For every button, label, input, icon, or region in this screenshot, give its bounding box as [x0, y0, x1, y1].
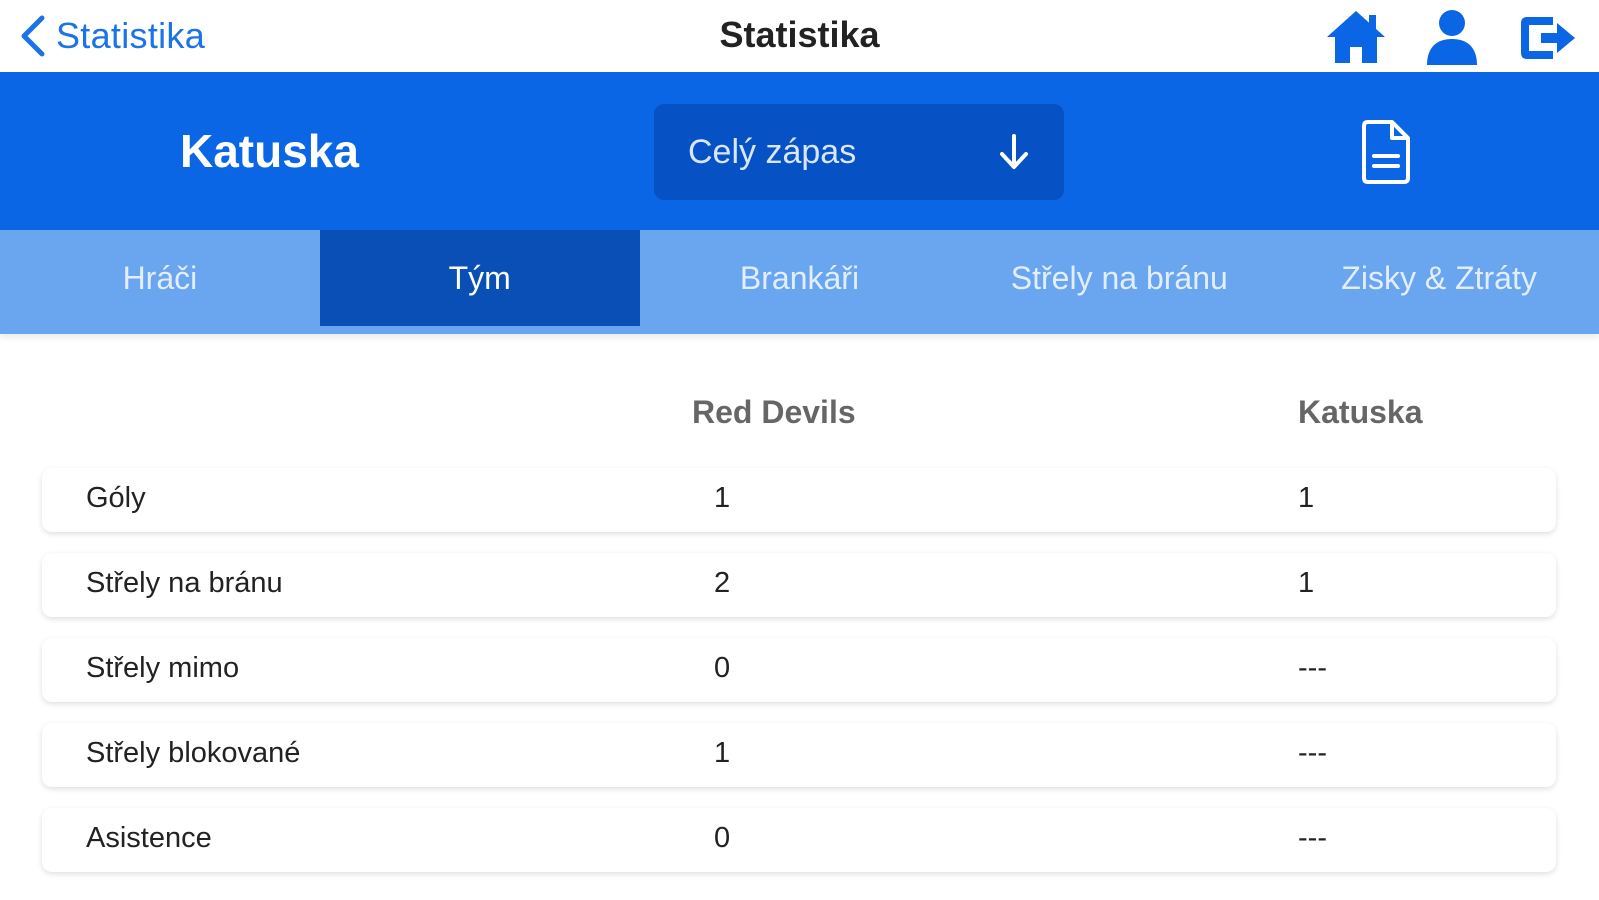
document-icon[interactable]	[1358, 120, 1412, 184]
row-value-team1: 1	[714, 737, 731, 769]
tab-gains-losses[interactable]: Zisky & Ztráty	[1279, 230, 1599, 326]
table-row: Střely mimo 0 ---	[42, 638, 1556, 702]
column-header-team2: Katuska	[1298, 394, 1423, 430]
row-value-team2: ---	[1298, 737, 1327, 769]
home-button[interactable]	[1323, 6, 1389, 68]
tab-goalies[interactable]: Brankáři	[640, 230, 960, 326]
table-row: Góly 1 1	[42, 468, 1556, 532]
table-row: Střely blokované 1 ---	[42, 723, 1556, 787]
row-label: Střely blokované	[86, 737, 301, 769]
nav-bar: Statistika Statistika	[0, 0, 1599, 72]
table-row: Střely na bránu 2 1	[42, 553, 1556, 617]
row-label: Střely mimo	[86, 652, 240, 684]
team-name: Katuska	[180, 125, 359, 177]
logout-button[interactable]	[1515, 6, 1581, 68]
row-value-team1: 0	[714, 652, 731, 684]
column-header-team1: Red Devils	[692, 394, 856, 430]
row-value-team2: ---	[1298, 822, 1327, 854]
row-label: Asistence	[86, 822, 212, 854]
row-value-team2: 1	[1298, 567, 1315, 599]
row-label: Střely na bránu	[86, 567, 283, 599]
arrow-down-icon	[1000, 134, 1028, 169]
tab-bar: Hráči Tým Brankáři Střely na bránu Zisky…	[0, 230, 1599, 334]
row-value-team1: 0	[714, 822, 731, 854]
row-label: Góly	[86, 482, 146, 514]
row-value-team2: 1	[1298, 482, 1315, 514]
home-icon	[1327, 11, 1385, 63]
table-row: Asistence 0 ---	[42, 808, 1556, 872]
team-header: Katuska Celý zápas	[0, 72, 1599, 230]
period-select-value: Celý zápas	[688, 132, 857, 171]
period-select[interactable]: Celý zápas	[654, 104, 1064, 200]
logout-icon	[1521, 17, 1575, 59]
profile-button[interactable]	[1419, 6, 1485, 68]
stats-table: Góly 1 1 Střely na bránu 2 1 Střely mimo…	[42, 468, 1556, 893]
tab-players[interactable]: Hráči	[0, 230, 320, 326]
row-value-team2: ---	[1298, 652, 1327, 684]
row-value-team1: 2	[714, 567, 731, 599]
user-icon	[1427, 10, 1477, 65]
row-value-team1: 1	[714, 482, 731, 514]
tab-team[interactable]: Tým	[319, 230, 640, 326]
tab-shots-on-goal[interactable]: Střely na bránu	[959, 230, 1279, 326]
